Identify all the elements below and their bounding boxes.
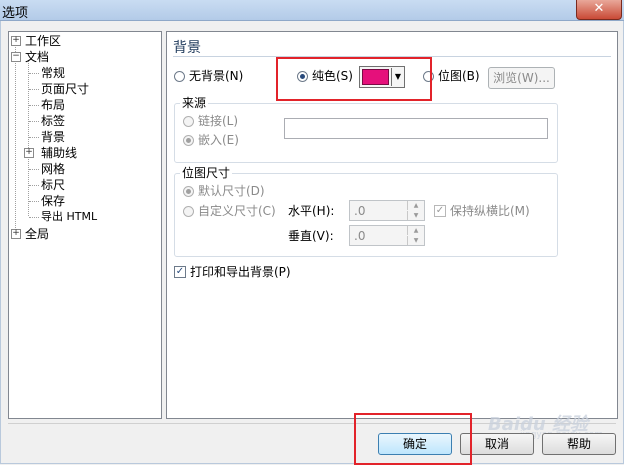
tree-item-layout[interactable]: 布局 [41, 98, 65, 112]
spin-up-icon[interactable]: ▲ [407, 201, 424, 210]
default-size-label: 默认尺寸(D) [198, 184, 265, 198]
tree-item-workspace[interactable]: 工作区 [25, 34, 61, 48]
spin-down-icon[interactable]: ▼ [407, 236, 424, 245]
tree-item-export-html[interactable]: 导出 HTML [41, 210, 97, 224]
tree-connector [29, 137, 39, 138]
spin-up-icon[interactable]: ▲ [407, 226, 424, 235]
tree-connector [29, 89, 39, 90]
custom-size-radio[interactable] [183, 206, 194, 217]
link-radio[interactable] [183, 116, 194, 127]
tree-connector [29, 121, 39, 122]
custom-size-label: 自定义尺寸(C) [198, 204, 276, 218]
print-export-label: 打印和导出背景(P) [190, 265, 291, 279]
tree-item-global[interactable]: 全局 [25, 227, 49, 241]
keep-ratio-checkbox[interactable]: ✓ [434, 205, 446, 217]
tree-item-page-size[interactable]: 页面尺寸 [41, 82, 89, 96]
source-path-input[interactable] [284, 118, 548, 139]
no-background-radio[interactable] [174, 71, 185, 82]
vertical-value: .0 [354, 229, 366, 243]
no-background-label: 无背景(N) [189, 69, 244, 83]
vertical-label: 垂直(V): [288, 229, 334, 243]
source-group-title: 来源 [180, 96, 209, 110]
tree-item-rulers[interactable]: 标尺 [41, 178, 65, 192]
tree-item-labels[interactable]: 标签 [41, 114, 65, 128]
highlight-box [354, 413, 472, 465]
embed-radio[interactable] [183, 135, 194, 146]
expand-icon[interactable]: + [11, 229, 21, 239]
close-button[interactable]: ✕ [576, 0, 622, 20]
tree-item-background[interactable]: 背景 [41, 130, 65, 144]
help-button[interactable]: 帮助 [542, 433, 616, 455]
tree-connector [28, 60, 29, 216]
bitmap-size-group-title: 位图尺寸 [180, 166, 233, 180]
tree-item-document[interactable]: 文档 [25, 50, 49, 64]
keep-ratio-label: 保持纵横比(M) [450, 204, 530, 218]
expand-icon[interactable]: + [24, 148, 34, 158]
horizontal-spinner[interactable]: .0 ▲ ▼ [349, 200, 425, 221]
options-tree: + 工作区 − 文档 常规 页面尺寸 布局 标签 背景 + 辅助线 网格 标尺 … [8, 31, 162, 419]
tree-connector [29, 169, 39, 170]
tree-item-guidelines[interactable]: 辅助线 [41, 146, 77, 160]
bitmap-label: 位图(B) [438, 69, 480, 83]
tree-connector [29, 185, 39, 186]
tree-connector [15, 44, 16, 234]
tree-connector [29, 73, 39, 74]
close-icon: ✕ [593, 1, 605, 16]
tree-connector [29, 105, 39, 106]
tree-item-save[interactable]: 保存 [41, 194, 65, 208]
tree-connector [29, 201, 39, 202]
page-title: 背景 [173, 40, 201, 56]
tree-item-general[interactable]: 常规 [41, 66, 65, 80]
print-export-checkbox[interactable]: ✓ [174, 266, 186, 278]
embed-label: 嵌入(E) [198, 133, 239, 147]
tree-item-grid[interactable]: 网格 [41, 162, 65, 176]
horizontal-value: .0 [354, 204, 366, 218]
tree-connector [29, 217, 39, 218]
default-size-radio[interactable] [183, 186, 194, 197]
highlight-box [276, 57, 432, 101]
link-label: 链接(L) [198, 114, 239, 128]
title-bar: 选项 [0, 0, 624, 21]
expand-icon[interactable]: + [11, 36, 21, 46]
collapse-icon[interactable]: − [11, 52, 21, 62]
browse-button[interactable]: 浏览(W)... [488, 67, 555, 89]
spin-down-icon[interactable]: ▼ [407, 211, 424, 220]
vertical-spinner[interactable]: .0 ▲ ▼ [349, 225, 425, 246]
window-title: 选项 [2, 6, 29, 21]
horizontal-label: 水平(H): [288, 204, 335, 218]
